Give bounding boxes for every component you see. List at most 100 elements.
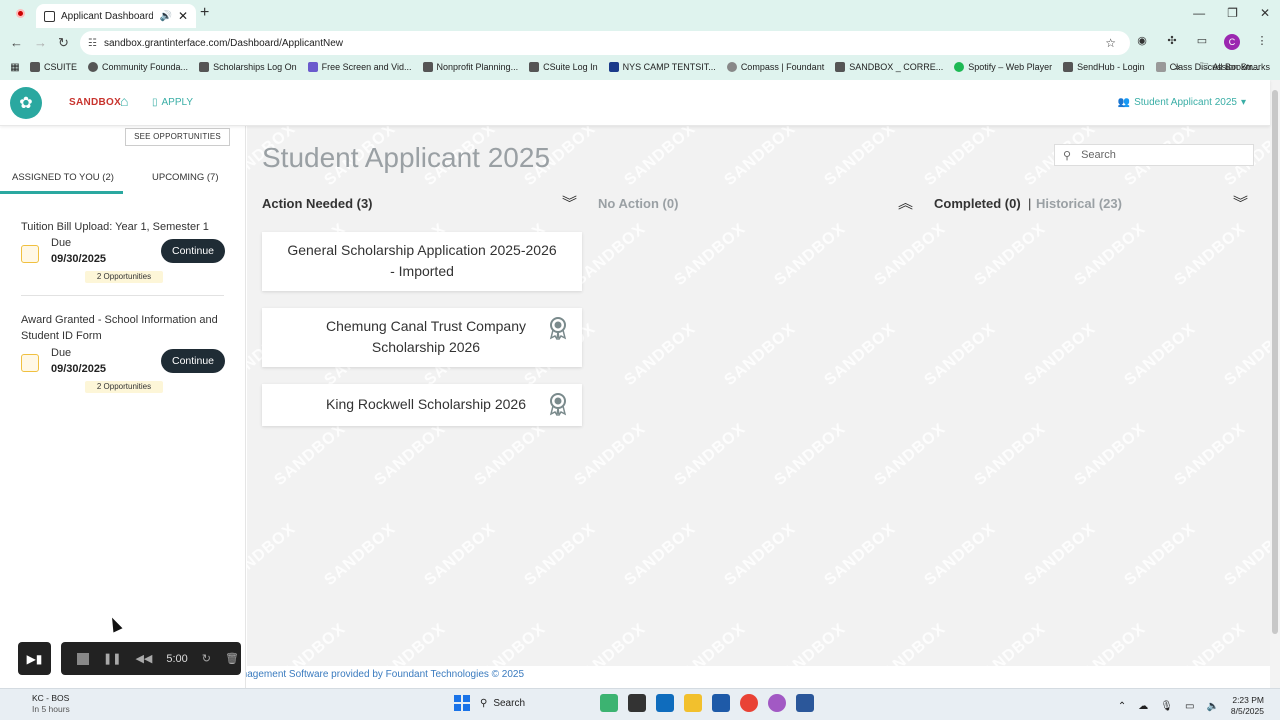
audio-icon[interactable]: 🔊 bbox=[159, 11, 171, 22]
bookmark-item[interactable]: NYS CAMP TENTSIT... bbox=[608, 62, 716, 72]
bookmark-star-icon[interactable]: ☆ bbox=[1105, 36, 1116, 50]
tray-chevron-icon[interactable]: ⌃ bbox=[1118, 701, 1126, 712]
tab-strip: Applicant Dashboard [NEW] 🔊 ✕ + — ❐ ✕ bbox=[0, 0, 1280, 28]
tab-assigned-to-you[interactable]: ASSIGNED TO YOU (2) bbox=[0, 172, 123, 194]
close-window-icon[interactable]: ✕ bbox=[1260, 6, 1270, 20]
watermark-text: SANDBOX bbox=[371, 420, 449, 490]
all-bookmarks[interactable]: 🗀 All Bookmarks bbox=[1199, 59, 1270, 75]
display-icon[interactable]: ▭ bbox=[1185, 701, 1194, 712]
file-app-icon[interactable] bbox=[628, 694, 646, 712]
watermark-text: SANDBOX bbox=[921, 520, 999, 590]
volume-icon[interactable]: 🔈 bbox=[1206, 701, 1218, 712]
site-info-icon[interactable]: ☷ bbox=[88, 38, 97, 49]
bookmark-item[interactable]: SANDBOX _ CORRE... bbox=[835, 62, 943, 72]
profile-avatar[interactable]: C bbox=[1224, 34, 1240, 50]
bookmark-item[interactable]: Compass | Foundant bbox=[726, 62, 824, 72]
chrome-icon[interactable] bbox=[740, 694, 758, 712]
browser-tab-active[interactable]: Applicant Dashboard [NEW] 🔊 ✕ bbox=[36, 4, 196, 28]
extension-icon[interactable]: ◉ bbox=[1134, 34, 1150, 50]
clock[interactable]: 2:23 PM 8/5/2025 bbox=[1231, 695, 1264, 717]
watermark-text: SANDBOX bbox=[871, 620, 949, 666]
word-icon[interactable] bbox=[796, 694, 814, 712]
watermark-text: SANDBOX bbox=[821, 126, 899, 190]
watermark-text: SANDBOX bbox=[621, 520, 699, 590]
watermark-text: SANDBOX bbox=[571, 420, 649, 490]
column-completed[interactable]: Completed (0) bbox=[934, 196, 1021, 211]
foundant-logo[interactable]: ✿ bbox=[10, 87, 42, 119]
home-icon[interactable]: ⌂ bbox=[120, 93, 128, 109]
apply-link[interactable]: ▯ APPLY bbox=[152, 97, 193, 108]
search-input[interactable]: ⚲ Search bbox=[1054, 144, 1254, 166]
microphone-icon[interactable]: 🎙 bbox=[1160, 701, 1173, 712]
forward-icon[interactable]: → bbox=[34, 35, 47, 50]
continue-button[interactable]: Continue bbox=[161, 349, 225, 373]
bookmark-item[interactable]: CSUITE bbox=[30, 62, 77, 72]
task-item: Award Granted - School Information and S… bbox=[21, 312, 231, 402]
screen-recorder-toolbar: ▶▮ ❚❚ ◀◀ 5:00 ↻ 🗑 bbox=[18, 642, 241, 675]
stop-icon[interactable] bbox=[77, 652, 89, 665]
minimize-icon[interactable]: — bbox=[1193, 6, 1205, 20]
store-icon[interactable] bbox=[712, 694, 730, 712]
card-title: General Scholarship Application 2025-202… bbox=[287, 242, 557, 279]
column-historical[interactable]: Historical (23) bbox=[1036, 196, 1122, 211]
widgets-app-icon[interactable] bbox=[600, 694, 618, 712]
tab-upcoming[interactable]: UPCOMING (7) bbox=[152, 172, 219, 191]
search-icon: ⚲ bbox=[1063, 149, 1072, 162]
watermark-text: SANDBOX bbox=[821, 320, 899, 390]
chevron-down-icon[interactable]: ︾ bbox=[1233, 192, 1248, 213]
outlook-icon[interactable] bbox=[656, 694, 674, 712]
restore-icon[interactable]: ❐ bbox=[1227, 6, 1238, 20]
search-placeholder: Search bbox=[1081, 149, 1116, 161]
search-icon: ⚲ bbox=[480, 697, 488, 709]
watermark-text: SANDBOX bbox=[721, 126, 799, 190]
opportunity-card[interactable]: Chemung Canal Trust Company Scholarship … bbox=[262, 308, 582, 367]
watermark-text: SANDBOX bbox=[1021, 320, 1099, 390]
bookmark-item[interactable]: Spotify – Web Player bbox=[954, 62, 1052, 72]
due-label: Due bbox=[51, 237, 72, 249]
taskbar-search[interactable]: ⚲ Search bbox=[480, 698, 590, 709]
see-opportunities-button[interactable]: SEE OPPORTUNITIES bbox=[125, 128, 230, 146]
tab-close-icon[interactable]: ✕ bbox=[178, 9, 188, 23]
bookmark-item[interactable]: Scholarships Log On bbox=[199, 62, 297, 72]
watermark-text: SANDBOX bbox=[1171, 220, 1249, 290]
page-scrollbar[interactable] bbox=[1270, 80, 1280, 688]
bookmarks-overflow-icon[interactable]: » bbox=[1174, 62, 1180, 73]
clock-time: 2:23 PM bbox=[1232, 695, 1264, 705]
calendar-icon bbox=[21, 354, 39, 372]
weather-widget[interactable]: KC - BOS In 5 hours bbox=[12, 693, 70, 715]
delete-icon[interactable]: 🗑 bbox=[225, 652, 239, 665]
puzzle-icon[interactable]: ✣ bbox=[1164, 34, 1180, 50]
url-text: sandbox.grantinterface.com/Dashboard/App… bbox=[104, 37, 344, 49]
opportunity-card[interactable]: King Rockwell Scholarship 2026 bbox=[262, 384, 582, 426]
cloud-icon[interactable]: ☁ bbox=[1138, 701, 1148, 712]
rewind-icon[interactable]: ◀◀ bbox=[135, 652, 152, 665]
chevron-down-icon[interactable]: ︾ bbox=[562, 192, 577, 213]
continue-button[interactable]: Continue bbox=[161, 239, 225, 263]
bookmark-item[interactable]: Free Screen and Vid... bbox=[307, 62, 412, 72]
document-icon: ▯ bbox=[152, 97, 158, 108]
user-menu[interactable]: 👥 Student Applicant 2025 ▾ bbox=[1118, 97, 1246, 108]
chevron-up-icon[interactable]: ︽ bbox=[898, 192, 913, 213]
bookmark-item[interactable]: Nonprofit Planning... bbox=[422, 62, 518, 72]
new-tab-button[interactable]: + bbox=[200, 4, 209, 22]
address-bar[interactable]: ☷ sandbox.grantinterface.com/Dashboard/A… bbox=[80, 31, 1130, 55]
bookmark-item[interactable]: SendHub - Login bbox=[1063, 62, 1145, 72]
apps-grid-icon[interactable]: ▦ bbox=[0, 62, 30, 73]
bookmark-item[interactable]: CSuite Log In bbox=[529, 62, 598, 72]
cast-icon[interactable]: ▭ bbox=[1194, 34, 1210, 50]
reload-icon[interactable]: ↻ bbox=[58, 35, 69, 51]
pause-icon[interactable]: ❚❚ bbox=[103, 652, 121, 665]
scrollbar-thumb[interactable] bbox=[1272, 90, 1278, 634]
back-icon[interactable]: ← bbox=[10, 35, 23, 50]
file-explorer-icon[interactable] bbox=[684, 694, 702, 712]
restart-icon[interactable]: ↻ bbox=[202, 652, 211, 665]
menu-kebab-icon[interactable]: ⋮ bbox=[1254, 34, 1270, 50]
chrome-profile-icon[interactable] bbox=[768, 694, 786, 712]
watermark-text: SANDBOX bbox=[721, 520, 799, 590]
opportunity-card[interactable]: General Scholarship Application 2025-202… bbox=[262, 232, 582, 291]
divider bbox=[21, 295, 224, 296]
watermark-text: SANDBOX bbox=[521, 520, 599, 590]
camera-icon[interactable]: ▶▮ bbox=[18, 642, 51, 675]
windows-start-icon[interactable] bbox=[454, 695, 470, 711]
bookmark-item[interactable]: Community Founda... bbox=[88, 62, 188, 72]
